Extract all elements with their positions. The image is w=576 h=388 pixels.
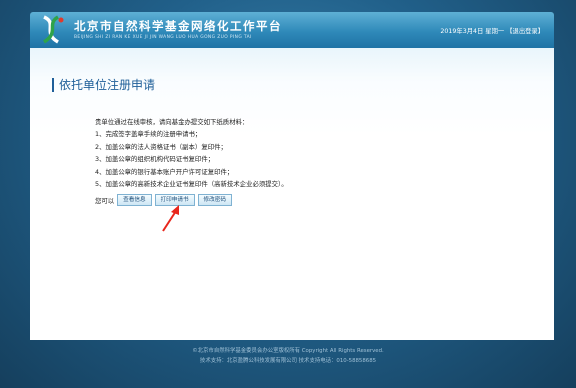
page-title: 依托单位注册申请: [52, 78, 155, 92]
notice-item: 2、加盖公章的法人资格证书（副本）复印件；: [95, 142, 227, 151]
notice-item: 1、完成签字盖章手续的注册申请书；: [95, 130, 202, 139]
support-text: 技术支持：北京盈腾公科技发展有限公司 技术支持电话：010-58858685: [199, 358, 377, 364]
change-password-button[interactable]: 修改密码: [197, 194, 232, 206]
main-content: 依托单位注册申请 贵单位通过在线审核，请向基金办提交如下纸质材料： 1、完成签字…: [30, 48, 554, 340]
dna-helix-logo-icon: [38, 15, 66, 45]
current-date: 2019年3月4日 星期一: [440, 28, 505, 35]
copyright-text: ©北京市自然科学基金委员会办公室版权所有 Copyright All Right…: [192, 348, 384, 354]
notice-text: 贵单位通过在线审核，请向基金办提交如下纸质材料： 1、完成签字盖章手续的注册申请…: [95, 116, 288, 190]
notice-intro: 贵单位通过在线审核，请向基金办提交如下纸质材料：: [95, 118, 249, 126]
notice-item: 5、加盖公章的高新技术企业证书复印件（高新技术企业必须提交）。: [95, 179, 288, 188]
header-user-area: 2019年3月4日 星期一 【退出登录】: [440, 26, 544, 35]
site-footer: ©北京市自然科学基金委员会办公室版权所有 Copyright All Right…: [0, 346, 576, 366]
notice-item: 3、加盖公章的组织机构代码证书复印件；: [95, 155, 215, 164]
notice-item: 4、加盖公章的银行基本账户开户许可证复印件；: [95, 167, 234, 176]
actions-prefix: 您可以: [95, 196, 115, 205]
site-header: 北京市自然科学基金网络化工作平台 BEIJING SHI ZI RAN KE X…: [30, 12, 554, 48]
site-pinyin-subtitle: BEIJING SHI ZI RAN KE XUE JI JIN WANG LU…: [74, 35, 252, 40]
logout-link[interactable]: 【退出登录】: [506, 28, 544, 35]
site-title: 北京市自然科学基金网络化工作平台: [74, 19, 282, 33]
view-info-button[interactable]: 查看信息: [117, 194, 152, 206]
red-arrow-annotation-icon: [162, 205, 179, 232]
